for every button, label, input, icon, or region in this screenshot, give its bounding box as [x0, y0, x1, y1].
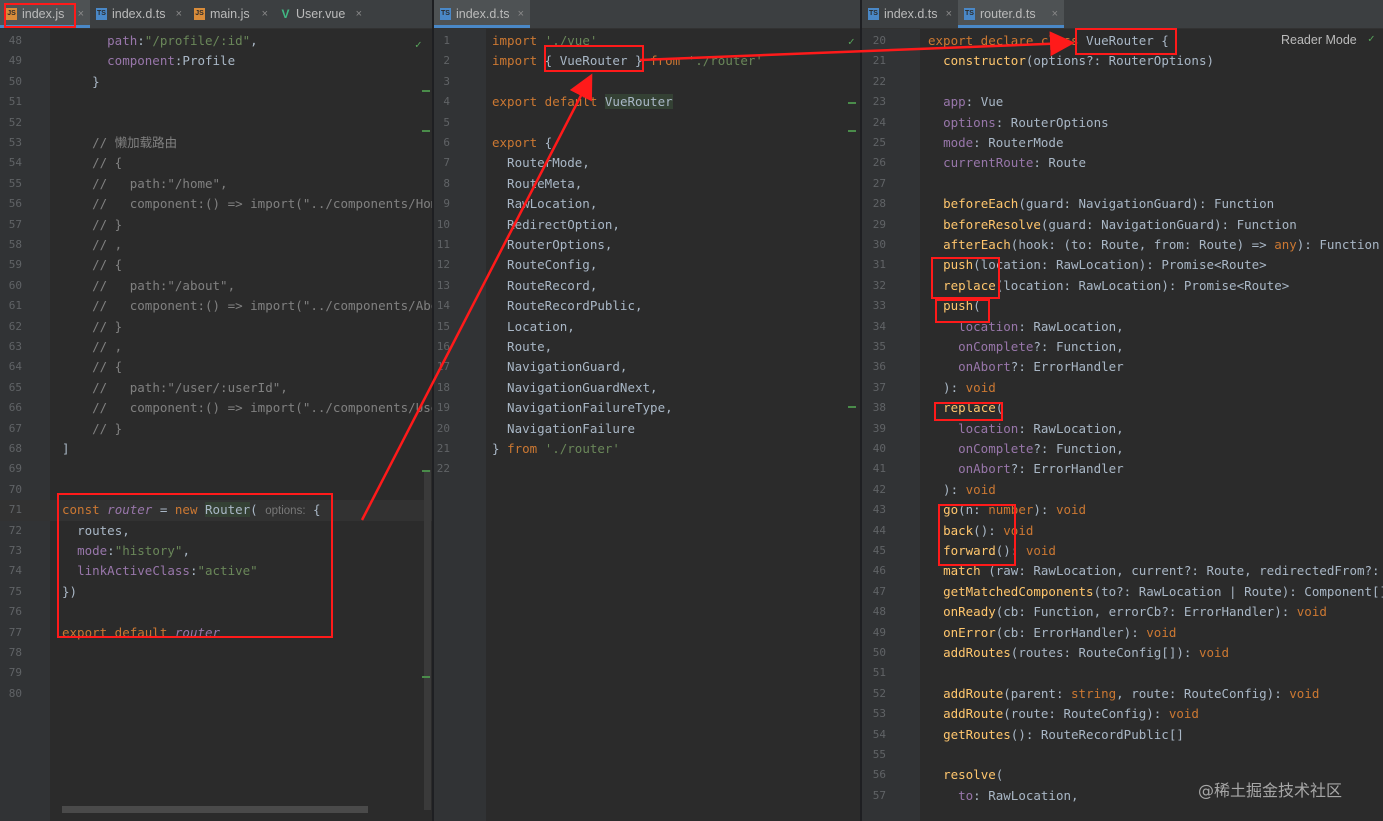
check-icon: ✓	[415, 38, 422, 51]
change-marker	[848, 130, 856, 132]
change-marker	[422, 470, 430, 472]
change-marker	[848, 102, 856, 104]
arrow-import-to-class	[639, 31, 1075, 62]
change-marker	[848, 406, 856, 408]
change-marker	[422, 130, 430, 132]
check-icon: ✓	[848, 35, 855, 48]
annotation-arrows	[360, 31, 1075, 521]
change-marker	[422, 90, 430, 92]
arrow-router-to-import	[360, 73, 593, 521]
change-marker	[422, 676, 430, 678]
watermark: @稀土掘金技术社区	[1198, 781, 1343, 800]
